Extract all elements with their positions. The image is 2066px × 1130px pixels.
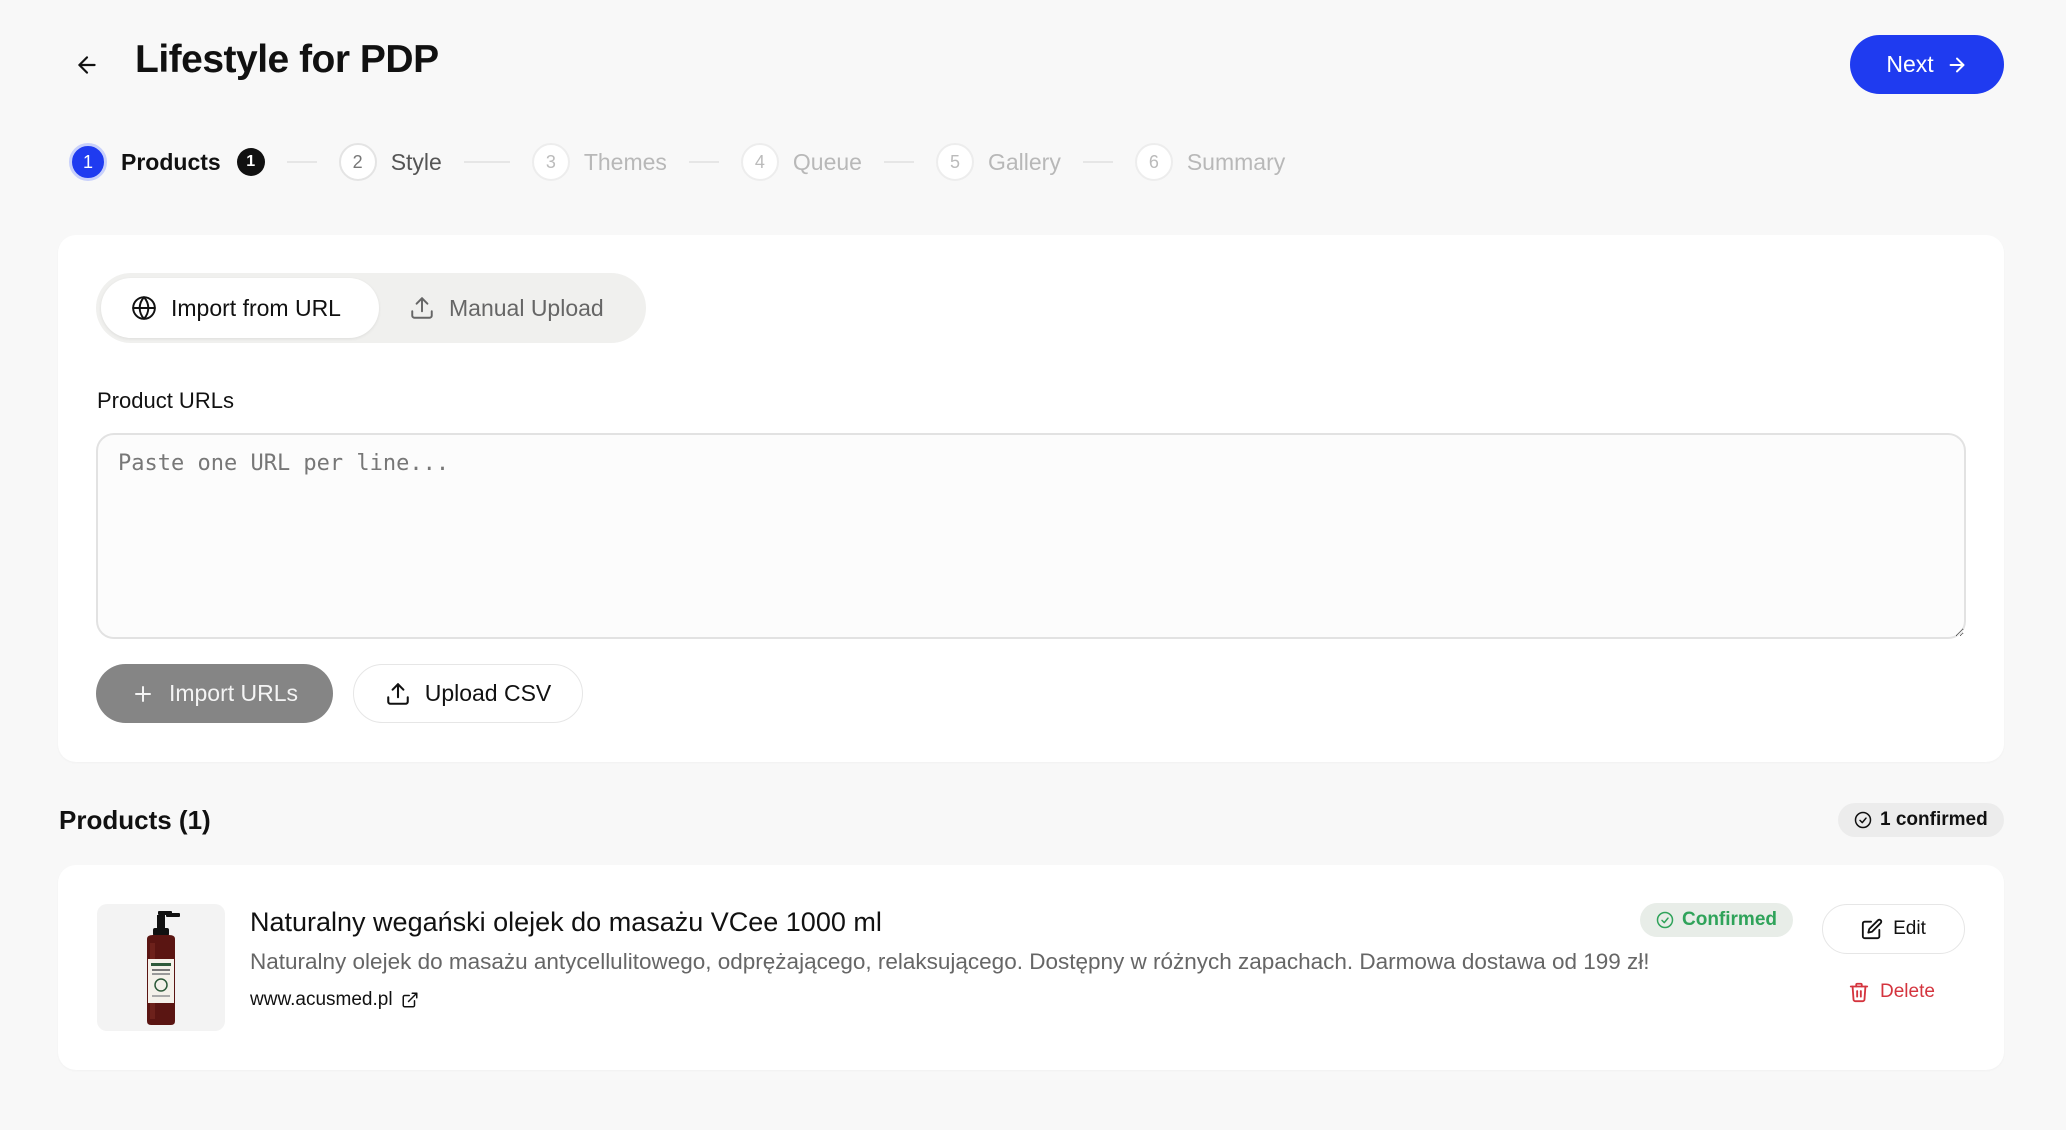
step-number: 4 — [740, 143, 779, 181]
step-label: Themes — [583, 148, 667, 175]
tab-import-from-url[interactable]: Import from URL — [101, 278, 379, 338]
product-title: Naturalny wegański olejek do masażu VCee… — [250, 907, 882, 937]
edit-button[interactable]: Edit — [1822, 904, 1965, 954]
product-description: Naturalny olejek do masażu antycellulito… — [250, 949, 1650, 974]
tab-label: Manual Upload — [449, 294, 604, 321]
edit-label: Edit — [1893, 918, 1926, 939]
step-label: Products — [121, 148, 221, 175]
confirmed-count-label: 1 confirmed — [1880, 809, 1988, 830]
step-summary: 6 Summary — [1134, 143, 1286, 181]
import-urls-label: Import URLs — [168, 680, 299, 706]
step-queue: 4 Queue — [740, 143, 862, 181]
product-urls-input[interactable] — [96, 433, 1966, 639]
products-heading: Products (1) — [59, 805, 211, 835]
product-domain: www.acusmed.pl — [250, 989, 393, 1010]
page-title: Lifestyle for PDP — [135, 38, 439, 81]
product-urls-label: Product URLs — [97, 388, 234, 413]
step-number: 6 — [1134, 143, 1173, 181]
step-connector — [1082, 161, 1113, 163]
upload-icon — [411, 297, 433, 319]
next-button[interactable]: Next — [1850, 35, 2004, 94]
product-thumbnail — [97, 904, 225, 1031]
delete-button[interactable]: Delete — [1848, 977, 1935, 1007]
external-link-icon — [402, 992, 418, 1008]
step-connector — [688, 161, 719, 163]
status-label: Confirmed — [1682, 909, 1777, 930]
status-badge: Confirmed — [1640, 903, 1793, 937]
plus-icon — [134, 685, 151, 702]
step-label: Gallery — [987, 148, 1061, 175]
check-circle-icon — [1854, 811, 1872, 829]
step-connector — [883, 161, 914, 163]
arrow-right-icon — [1949, 57, 1965, 72]
step-products[interactable]: 1 Products 1 — [69, 143, 265, 181]
step-themes: 3 Themes — [531, 143, 667, 181]
step-number: 2 — [338, 143, 377, 181]
step-connector — [463, 161, 510, 163]
tab-manual-upload[interactable]: Manual Upload — [379, 278, 634, 338]
product-source-link[interactable]: www.acusmed.pl — [250, 989, 419, 1011]
confirmed-count-badge: 1 confirmed — [1838, 803, 2004, 837]
step-label: Summary — [1186, 148, 1286, 175]
step-number: 3 — [531, 143, 570, 181]
import-actions: Import URLs Upload CSV — [96, 664, 583, 723]
import-urls-button[interactable]: Import URLs — [96, 664, 333, 723]
step-gallery: 5 Gallery — [935, 143, 1061, 181]
import-card: Import from URL Manual Upload Product UR… — [58, 235, 2004, 762]
page: Lifestyle for PDP Next 1 Products 1 2 St… — [0, 0, 2066, 1130]
next-button-label: Next — [1886, 51, 1934, 77]
globe-icon — [132, 296, 156, 320]
header: Lifestyle for PDP Next — [0, 0, 2066, 130]
step-label: Style — [390, 148, 442, 175]
product-row: Naturalny wegański olejek do masażu VCee… — [58, 865, 2004, 1070]
step-number: 1 — [69, 143, 107, 181]
wizard-stepper: 1 Products 1 2 Style 3 Themes 4 Queue 5 … — [69, 142, 1285, 182]
product-bottle-image — [147, 910, 180, 1025]
back-button[interactable] — [66, 44, 108, 86]
check-circle-icon — [1656, 911, 1674, 929]
upload-icon — [386, 682, 409, 705]
delete-label: Delete — [1880, 981, 1935, 1002]
upload-csv-button[interactable]: Upload CSV — [353, 664, 583, 723]
edit-icon — [1862, 918, 1883, 940]
step-count-badge: 1 — [236, 148, 265, 176]
trash-icon — [1849, 982, 1869, 1003]
import-mode-toggle: Import from URL Manual Upload — [96, 273, 646, 343]
upload-csv-label: Upload CSV — [424, 680, 552, 706]
step-number: 5 — [935, 143, 974, 181]
step-style[interactable]: 2 Style — [338, 143, 442, 181]
step-connector — [286, 161, 317, 163]
arrow-left-icon — [78, 56, 96, 74]
step-label: Queue — [792, 148, 862, 175]
tab-label: Import from URL — [171, 294, 341, 321]
